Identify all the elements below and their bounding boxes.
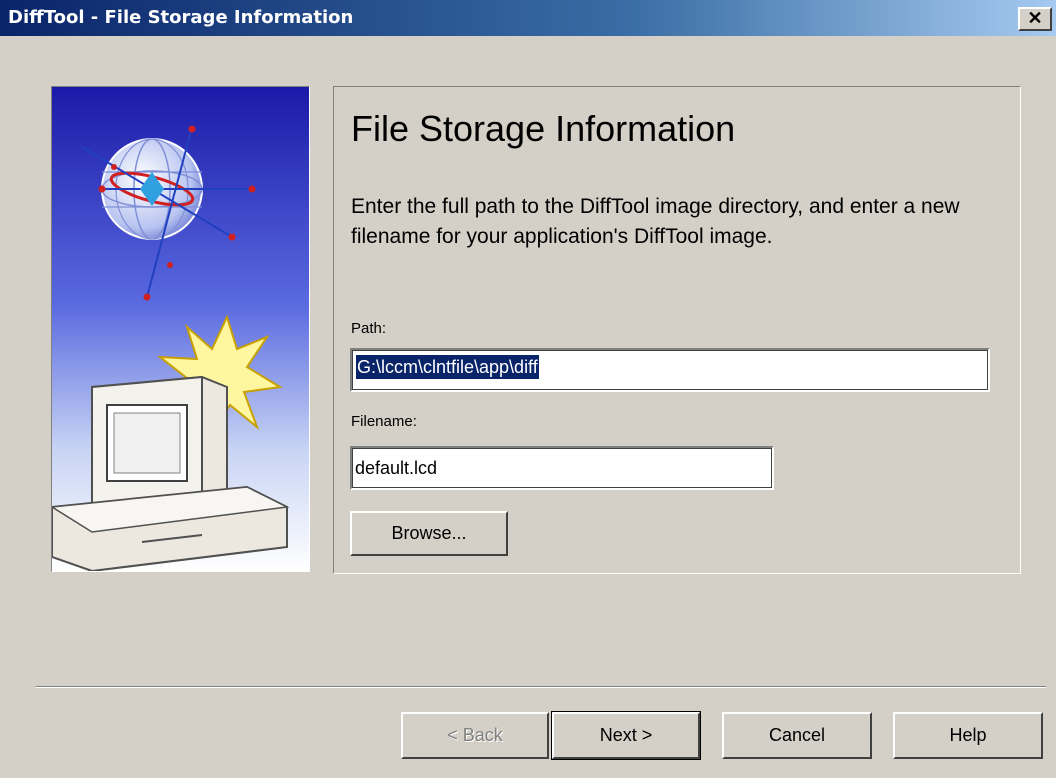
browse-button-label: Browse...	[391, 523, 467, 543]
help-button[interactable]: Help	[893, 712, 1043, 759]
next-button[interactable]: Next >	[551, 711, 701, 760]
cancel-button[interactable]: Cancel	[722, 712, 872, 759]
filename-input[interactable]	[350, 446, 774, 490]
path-input[interactable]: G:\lccm\clntfile\app\diff	[350, 348, 990, 392]
cancel-button-label: Cancel	[768, 725, 826, 745]
page-description: Enter the full path to the DiffTool imag…	[351, 195, 960, 248]
help-button-label: Help	[949, 725, 987, 745]
back-button-label: < Back	[447, 725, 503, 745]
wizard-illustration	[51, 86, 310, 572]
close-icon: ✕	[1027, 8, 1043, 28]
next-button-label: Next >	[599, 725, 653, 745]
path-value: G:\lccm\clntfile\app\diff	[356, 355, 539, 379]
path-label: Path:	[351, 320, 387, 337]
page-title: File Storage Information	[351, 108, 736, 149]
separator	[36, 686, 1046, 688]
title-bar: DiffTool - File Storage Information ✕	[0, 0, 1056, 36]
filename-label: Filename:	[351, 413, 417, 430]
filename-field[interactable]	[352, 448, 772, 488]
close-button[interactable]: ✕	[1018, 7, 1052, 31]
back-button[interactable]: < Back	[401, 712, 549, 759]
window-title: DiffTool - File Storage Information	[8, 7, 354, 28]
browse-button[interactable]: Browse...	[350, 511, 508, 556]
content-panel	[333, 86, 1021, 574]
